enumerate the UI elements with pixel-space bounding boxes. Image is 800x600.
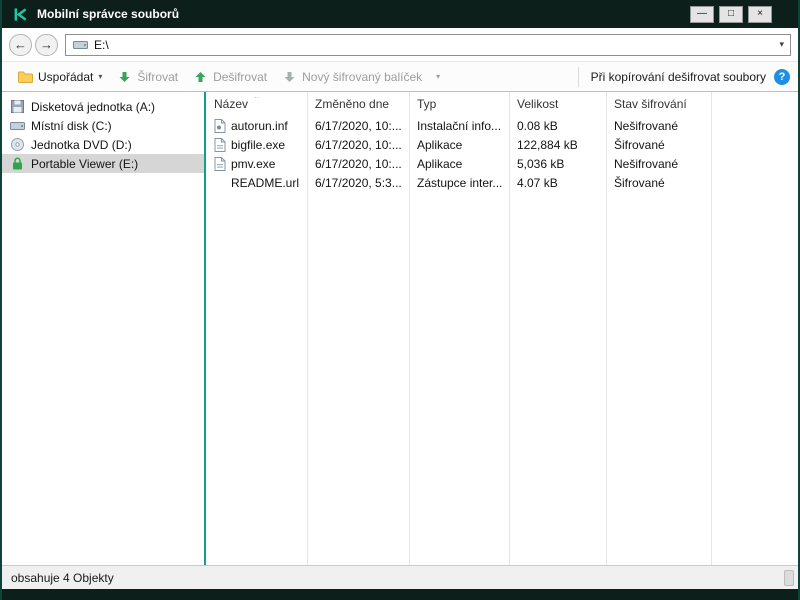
column-header-status[interactable]: Stav šifrování <box>606 97 711 111</box>
kaspersky-logo-icon <box>11 5 29 23</box>
floppy-drive-icon <box>9 100 25 113</box>
sidebar-item-dvd-d[interactable]: Jednotka DVD (D:) <box>2 135 204 154</box>
column-header-modified[interactable]: Změněno dne <box>307 97 409 111</box>
column-header-name-label: Název <box>214 97 249 111</box>
file-encryption-status: Nešifrované <box>614 156 679 171</box>
file-list: Název ˆ Změněno dne Typ Velikost Stav ši… <box>206 92 798 565</box>
file-row-readme-url[interactable]: README.url 6/17/2020, 5:3... Zástupce in… <box>206 173 798 192</box>
status-bar: obsahuje 4 Objekty <box>2 565 798 589</box>
dvd-drive-icon <box>9 138 25 151</box>
file-list-header: Název ˆ Změněno dne Typ Velikost Stav ši… <box>206 92 798 116</box>
decrypt-up-arrow-icon <box>192 71 208 83</box>
file-row-bigfile-exe[interactable]: bigfile.exe 6/17/2020, 10:... Aplikace 1… <box>206 135 798 154</box>
new-package-dropdown-button[interactable]: ▾ <box>429 69 447 84</box>
file-icon-placeholder <box>214 176 226 190</box>
navigation-bar: ← → E:\ ▾ <box>2 28 798 61</box>
file-modified: 6/17/2020, 5:3... <box>315 175 402 190</box>
sidebar-item-portable-viewer-e[interactable]: Portable Viewer (E:) <box>2 154 204 173</box>
new-encrypted-package-button[interactable]: Nový šifrovaný balíček <box>274 67 429 87</box>
organize-button[interactable]: Uspořádat ▾ <box>10 67 109 87</box>
forward-button[interactable]: → <box>35 33 58 56</box>
application-file-icon <box>214 137 226 152</box>
back-button[interactable]: ← <box>9 33 32 56</box>
status-text: obsahuje 4 Objekty <box>11 570 114 585</box>
file-name: README.url <box>231 175 300 190</box>
file-name: autorun.inf <box>231 118 288 133</box>
folder-icon <box>17 71 33 83</box>
toolbar: Uspořádat ▾ Šifrovat Dešifrovat Nový šif… <box>2 61 798 92</box>
setup-information-file-icon <box>214 118 226 133</box>
history-buttons: ← → <box>9 33 58 56</box>
file-size: 5,036 kB <box>517 156 565 171</box>
toolbar-right-group: Při kopírování dešifrovat soubory ? <box>577 66 790 87</box>
file-name: pmv.exe <box>231 156 276 171</box>
encrypt-down-arrow-icon <box>116 71 132 83</box>
file-name: bigfile.exe <box>231 137 286 152</box>
app-window: Mobilní správce souborů — □ × ← → E:\ ▾ <box>0 0 800 600</box>
file-row-pmv-exe[interactable]: pmv.exe 6/17/2020, 10:... Aplikace 5,036… <box>206 154 798 173</box>
encrypt-button[interactable]: Šifrovat <box>109 67 185 87</box>
file-size: 0.08 kB <box>517 118 558 133</box>
sidebar-item-floppy-a[interactable]: Disketová jednotka (A:) <box>2 97 204 116</box>
sidebar-item-label: Disketová jednotka (A:) <box>31 99 156 114</box>
new-package-dropdown-icon: ▾ <box>436 72 441 81</box>
file-type: Zástupce inter... <box>417 175 503 190</box>
organize-label: Uspořádat <box>38 69 94 84</box>
resize-grip[interactable] <box>784 570 794 586</box>
sort-ascending-icon: ˆ <box>255 97 259 107</box>
address-text: E:\ <box>94 37 109 52</box>
hard-disk-icon <box>9 120 25 131</box>
sidebar-item-label: Portable Viewer (E:) <box>31 156 139 171</box>
column-header-type[interactable]: Typ <box>409 97 509 111</box>
file-encryption-status: Šifrované <box>614 175 665 190</box>
file-type: Aplikace <box>417 137 463 152</box>
file-modified: 6/17/2020, 10:... <box>315 118 402 133</box>
file-row-autorun-inf[interactable]: autorun.inf 6/17/2020, 10:... Instalační… <box>206 116 798 135</box>
package-down-arrow-icon <box>281 71 297 83</box>
decrypt-button[interactable]: Dešifrovat <box>185 67 274 87</box>
maximize-button[interactable]: □ <box>719 5 743 23</box>
file-modified: 6/17/2020, 10:... <box>315 156 402 171</box>
content-area: Disketová jednotka (A:) Místní disk (C:) <box>2 92 798 565</box>
file-encryption-status: Šifrované <box>614 137 665 152</box>
file-size: 4.07 kB <box>517 175 558 190</box>
address-bar[interactable]: E:\ ▾ <box>65 33 791 56</box>
help-icon[interactable]: ? <box>774 68 790 85</box>
titlebar: Mobilní správce souborů — □ × <box>2 0 798 28</box>
organize-dropdown-icon: ▾ <box>98 72 103 81</box>
address-dropdown-icon[interactable]: ▾ <box>779 39 784 50</box>
file-encryption-status: Nešifrované <box>614 118 679 133</box>
file-size: 122,884 kB <box>517 137 578 152</box>
application-file-icon <box>214 156 226 171</box>
file-type: Aplikace <box>417 156 463 171</box>
minimize-button[interactable]: — <box>690 5 714 23</box>
new-package-label: Nový šifrovaný balíček <box>302 69 423 84</box>
encrypt-label: Šifrovat <box>137 69 179 84</box>
sidebar-item-disk-c[interactable]: Místní disk (C:) <box>2 116 204 135</box>
close-button[interactable]: × <box>748 5 772 23</box>
encrypted-drive-lock-icon <box>9 157 25 170</box>
copy-decrypt-label: Při kopírování dešifrovat soubory <box>590 69 766 84</box>
column-header-name[interactable]: Název ˆ <box>206 97 307 111</box>
file-type: Instalační info... <box>417 118 502 133</box>
drive-icon <box>72 39 88 50</box>
sidebar-item-label: Místní disk (C:) <box>31 118 112 133</box>
decrypt-label: Dešifrovat <box>213 69 268 84</box>
window-controls: — □ × <box>690 5 772 23</box>
window-frame-bottom <box>2 589 798 600</box>
window-title: Mobilní správce souborů <box>37 7 180 21</box>
sidebar-item-label: Jednotka DVD (D:) <box>31 137 132 152</box>
drive-tree: Disketová jednotka (A:) Místní disk (C:) <box>2 92 204 565</box>
file-modified: 6/17/2020, 10:... <box>315 137 402 152</box>
column-header-size[interactable]: Velikost <box>509 97 606 111</box>
